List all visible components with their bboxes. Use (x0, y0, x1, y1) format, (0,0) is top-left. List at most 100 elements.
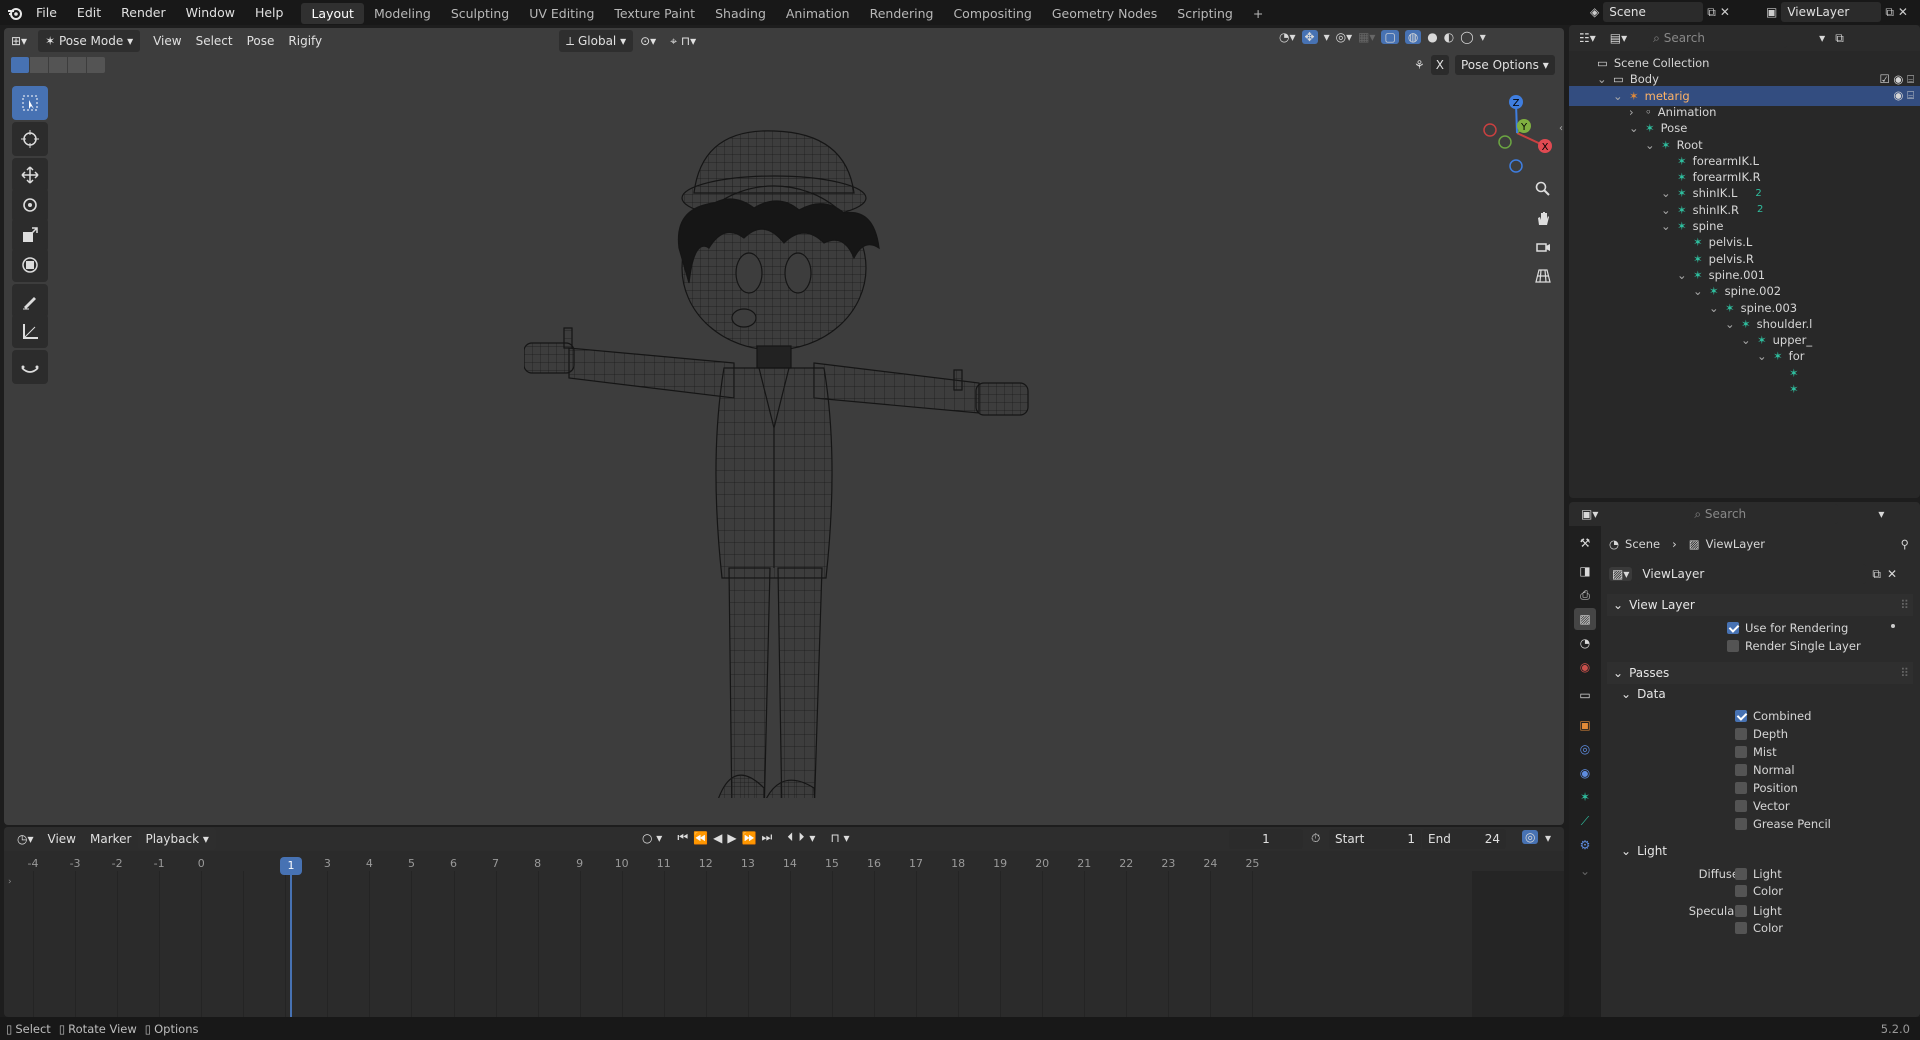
xmirror-icon[interactable]: ⚘ (1414, 58, 1425, 72)
workspace-tab-layout[interactable]: Layout (301, 3, 364, 24)
properties-editor-type-icon[interactable]: ▣▾ (1581, 507, 1598, 521)
menu-edit[interactable]: Edit (67, 0, 111, 25)
remove-viewlayer-icon[interactable]: ✕ (1898, 5, 1908, 19)
viewlayer-field[interactable]: ViewLayer (1781, 2, 1882, 22)
overlay-icon[interactable]: ◎▾ (1336, 30, 1353, 44)
specular-color-box[interactable] (1735, 922, 1747, 934)
xray-toggle-icon[interactable]: ▢ (1381, 30, 1399, 44)
new-scene-icon[interactable]: ⧉ (1707, 5, 1716, 20)
pass-combined-checkbox[interactable]: Combined (1735, 707, 1811, 725)
jump-end-icon[interactable]: ⏭ (762, 830, 773, 845)
pass-checkbox-box[interactable] (1735, 746, 1747, 758)
relax-pose-tool[interactable] (12, 350, 48, 384)
tool-tab-icon[interactable]: ⚒ (1574, 532, 1596, 554)
workspace-tab-rendering[interactable]: Rendering (860, 3, 944, 24)
xmirror-toggle[interactable]: X (1430, 55, 1449, 75)
collection-visibility-icons[interactable]: ☑ ◉ ⌸ (1879, 72, 1914, 87)
xray-icon[interactable]: ▦▾ (1358, 30, 1375, 44)
3d-viewport[interactable]: ⊞▾ ✶ Pose Mode ▾ View Select Pose Rigify ⟂ … (4, 28, 1564, 825)
editor-type-icon[interactable]: ⊞▾ (4, 30, 34, 52)
orientation-dropdown[interactable]: ⟂ Global ▾ (559, 30, 634, 52)
armature-data-tab-icon[interactable]: ✶ (1574, 786, 1596, 808)
menu-window[interactable]: Window (176, 0, 245, 25)
workspace-tab-compositing[interactable]: Compositing (943, 3, 1041, 24)
cursor-tool[interactable] (12, 122, 48, 156)
timeline-menu-playback[interactable]: Playback ▾ (138, 828, 216, 850)
wireframe-shading-icon[interactable]: ◍ (1404, 30, 1422, 44)
workspace-tab-geometry-nodes[interactable]: Geometry Nodes (1042, 3, 1167, 24)
expand-chevron-icon[interactable]: ⌄ (1757, 349, 1769, 363)
neg-y-icon[interactable] (1498, 135, 1512, 149)
render-single-layer-checkbox[interactable]: Render Single Layer (1727, 637, 1861, 655)
playhead-line[interactable] (290, 875, 292, 1017)
next-marker-icon[interactable]: ⏵ (798, 830, 804, 845)
diffuse-color-checkbox[interactable]: Color (1735, 882, 1783, 900)
pass-mist-checkbox[interactable]: Mist (1735, 743, 1777, 761)
rotate-tool[interactable] (12, 188, 48, 222)
timeline-editor[interactable]: ◷▾ View Marker Playback ▾ ○ ▾ ⏮ ⏪ ◀ ▶ ⏩ ⏭ … (4, 827, 1564, 1017)
expand-chevron-icon[interactable]: ⌄ (1709, 301, 1721, 315)
viewport-menu-select[interactable]: Select (189, 30, 240, 52)
shading-options-icon[interactable]: ▾ (1480, 30, 1486, 44)
specular-light-box[interactable] (1735, 905, 1747, 917)
specular-light-checkbox[interactable]: Light (1735, 902, 1782, 920)
new-viewlayer-icon[interactable]: ⧉ (1885, 5, 1894, 20)
scene-tab-icon[interactable]: ◔ (1574, 632, 1596, 654)
expand-chevron-icon[interactable]: ⌄ (1661, 186, 1673, 200)
expand-chevron-icon[interactable]: ⌄ (1661, 219, 1673, 233)
outliner-editor-type-icon[interactable]: ☷▾ (1579, 31, 1596, 45)
pass-checkbox-box[interactable] (1735, 800, 1747, 812)
viewport-menu-pose[interactable]: Pose (240, 30, 282, 52)
visibility-icon[interactable]: ◔▾ (1279, 30, 1296, 44)
material-shading-icon[interactable]: ◐ (1444, 30, 1454, 44)
pass-checkbox-box[interactable] (1735, 710, 1747, 722)
next-keyframe-icon[interactable]: ⏩ (742, 831, 757, 845)
pass-checkbox-box[interactable] (1735, 764, 1747, 776)
move-tool[interactable] (12, 158, 48, 192)
viewport-menu-rigify[interactable]: Rigify (281, 30, 329, 52)
prev-keyframe-icon[interactable]: ⏪ (693, 831, 708, 845)
auto-keying-icon[interactable]: ⊓ ▾ (830, 831, 849, 845)
pass-normal-checkbox[interactable]: Normal (1735, 761, 1795, 779)
pass-checkbox-box[interactable] (1735, 818, 1747, 830)
modifier-tab-icon[interactable]: ◎ (1574, 738, 1596, 760)
pan-hand-icon[interactable] (1530, 205, 1556, 231)
object-visibility-icons[interactable]: ◉ ⌸ (1893, 88, 1914, 103)
expand-chevron-icon[interactable]: ⌄ (1597, 72, 1609, 86)
pass-position-checkbox[interactable]: Position (1735, 779, 1798, 797)
passes-panel-header[interactable]: ⌄ Passes ⠿ (1607, 662, 1913, 684)
workspace-tab-texture-paint[interactable]: Texture Paint (604, 3, 705, 24)
select-intersect-icon[interactable] (87, 57, 105, 73)
select-box-tool[interactable] (12, 86, 48, 120)
physics-tab-icon[interactable]: ◉ (1574, 762, 1596, 784)
animate-property-icon[interactable] (1891, 624, 1895, 628)
timeline-menu-view[interactable]: View (41, 828, 83, 850)
world-tab-icon[interactable]: ◉ (1574, 656, 1596, 678)
add-workspace-button[interactable]: + (1243, 3, 1273, 24)
menu-help[interactable]: Help (245, 0, 294, 25)
sidebar-toggle-icon[interactable]: ‹ (1559, 123, 1563, 134)
pass-vector-checkbox[interactable]: Vector (1735, 797, 1790, 815)
play-icon[interactable]: ▶ (727, 831, 736, 845)
blender-logo-icon[interactable] (4, 0, 26, 25)
neg-z-icon[interactable] (1509, 159, 1523, 173)
properties-search-input[interactable]: ⌕ Search (1688, 504, 1839, 524)
channels-expand-icon[interactable]: › (8, 877, 12, 887)
remove-scene-icon[interactable]: ✕ (1720, 5, 1730, 19)
pose-options-dropdown[interactable]: Pose Options ▾ (1455, 55, 1555, 75)
specular-color-checkbox[interactable]: Color (1735, 919, 1783, 937)
delete-viewlayer-icon[interactable]: ✕ (1887, 567, 1897, 581)
expand-chevron-icon[interactable]: › (1629, 105, 1641, 119)
viewport-menu-view[interactable]: View (146, 30, 188, 52)
workspace-tab-modeling[interactable]: Modeling (364, 3, 441, 24)
diffuse-light-checkbox[interactable]: Light (1735, 865, 1782, 883)
properties-options-icon[interactable]: ▾ (1878, 507, 1884, 521)
select-extend-icon[interactable] (30, 57, 48, 73)
scene-field[interactable]: Scene (1603, 2, 1704, 22)
render-single-layer-box[interactable] (1727, 640, 1739, 652)
expand-chevron-icon[interactable]: ⌄ (1725, 317, 1737, 331)
viewlayer-selector-icon[interactable]: ▣ (1766, 5, 1777, 19)
viewlayer-name-field[interactable]: ViewLayer (1636, 564, 1867, 584)
viewlayer-browse-icon[interactable]: ▨▾ (1609, 567, 1633, 581)
output-tab-icon[interactable]: ⎙ (1574, 584, 1596, 606)
